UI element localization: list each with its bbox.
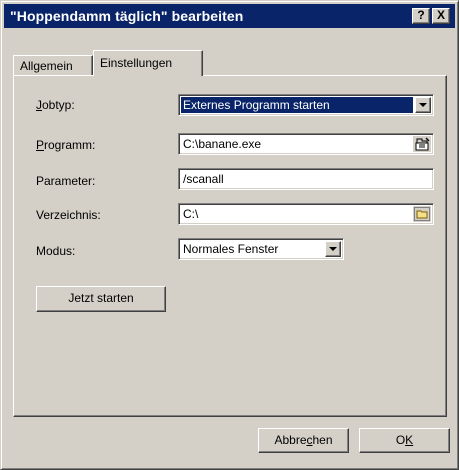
modus-value: Normales Fenster xyxy=(183,242,279,256)
dialog-window: "Hoppendamm täglich" bearbeiten ? X Allg… xyxy=(0,0,459,470)
close-button[interactable]: X xyxy=(432,8,450,24)
open-file-icon[interactable] xyxy=(413,136,431,152)
parameter-value: /scanall xyxy=(183,172,224,186)
help-button[interactable]: ? xyxy=(412,8,430,24)
verzeichnis-value: C:\ xyxy=(183,207,199,221)
jobtyp-value: Externes Programm starten xyxy=(181,97,413,113)
jobtyp-select[interactable]: Externes Programm starten xyxy=(178,94,434,116)
cancel-button[interactable]: Abbrechen xyxy=(258,428,349,453)
chevron-down-icon[interactable] xyxy=(325,241,341,257)
window-title: "Hoppendamm täglich" bearbeiten xyxy=(10,8,244,24)
jobtyp-label: Jobtyp: xyxy=(36,98,75,112)
parameter-label: Parameter: xyxy=(36,174,96,188)
modus-select[interactable]: Normales Fenster xyxy=(178,238,344,260)
verzeichnis-input[interactable]: C:\ xyxy=(178,203,434,225)
parameter-input[interactable]: /scanall xyxy=(178,168,434,190)
programm-value: C:\banane.exe xyxy=(183,137,262,151)
title-bar[interactable]: "Hoppendamm täglich" bearbeiten ? X xyxy=(4,4,455,28)
tab-einstellungen[interactable]: Einstellungen xyxy=(93,50,203,76)
ok-button[interactable]: OK xyxy=(359,428,450,453)
folder-icon[interactable] xyxy=(413,206,431,222)
programm-label: Programm: xyxy=(36,138,96,152)
chevron-down-icon[interactable] xyxy=(415,97,431,113)
verzeichnis-label: Verzeichnis: xyxy=(36,208,101,222)
tab-allgemein[interactable]: Allgemein xyxy=(13,55,93,75)
run-now-button[interactable]: Jetzt starten xyxy=(36,286,166,312)
modus-label: Modus: xyxy=(36,244,76,258)
programm-input[interactable]: C:\banane.exe xyxy=(178,133,434,155)
settings-panel: Jobtyp: Externes Programm starten Progra… xyxy=(13,75,447,417)
